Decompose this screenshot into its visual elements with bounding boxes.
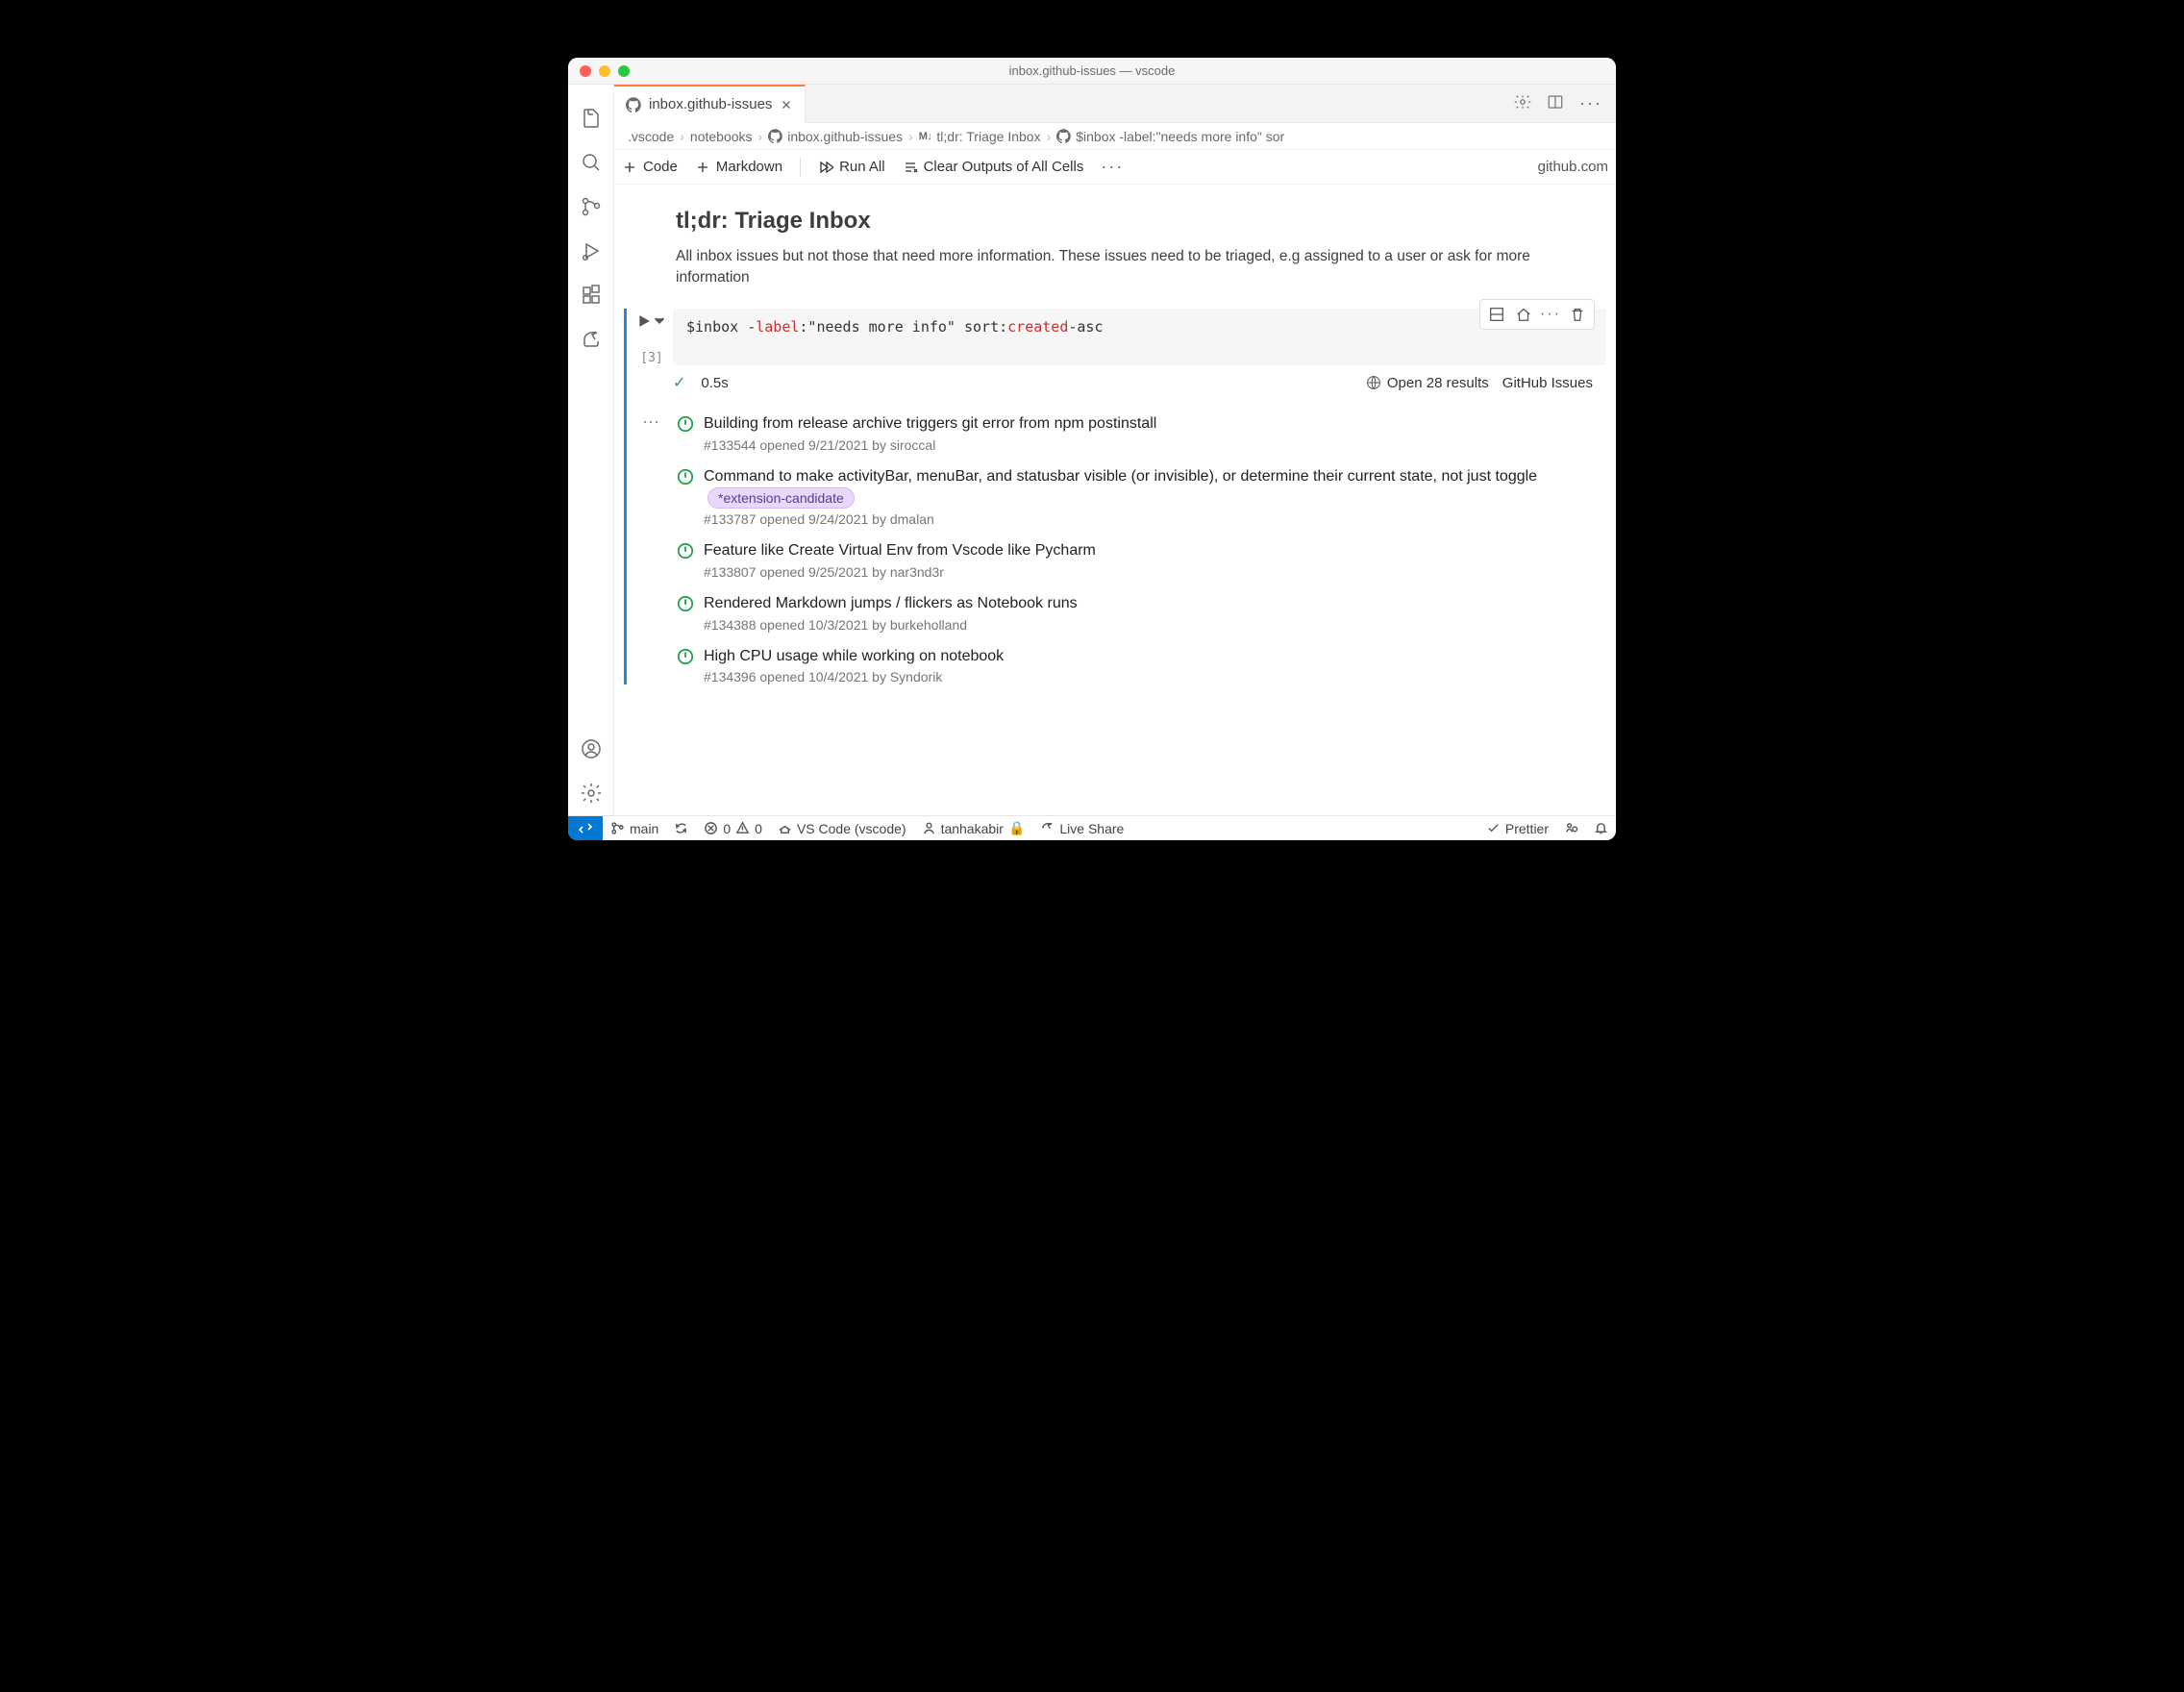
code-cell[interactable]: ··· [3] $inbox -label:"needs more bbox=[624, 309, 1606, 684]
issue-meta: #133787 opened 9/24/2021 by dmalan bbox=[704, 511, 1606, 527]
tabs-actions: ··· bbox=[1514, 93, 1616, 113]
liveshare-button[interactable]: Live Share bbox=[1032, 821, 1131, 836]
branch-indicator[interactable]: main bbox=[603, 821, 666, 836]
issue-meta: #133807 opened 9/25/2021 by nar3nd3r bbox=[704, 564, 1096, 580]
share-icon[interactable] bbox=[568, 317, 614, 361]
cell-status: ✓ 0.5s Open 28 results GitHub Issues bbox=[631, 365, 1606, 396]
activity-bar bbox=[568, 85, 614, 815]
markdown-heading: tl;dr: Triage Inbox bbox=[676, 208, 1606, 235]
duration: 0.5s bbox=[701, 375, 728, 391]
search-icon[interactable] bbox=[568, 140, 614, 185]
home-icon[interactable] bbox=[1513, 304, 1534, 325]
breadcrumbs[interactable]: .vscode › notebooks › inbox.github-issue… bbox=[614, 123, 1616, 150]
cell-toolbar: ··· bbox=[1479, 299, 1595, 330]
window-title: inbox.github-issues — vscode bbox=[568, 63, 1616, 78]
run-debug-icon[interactable] bbox=[568, 229, 614, 273]
breadcrumb-notebooks[interactable]: notebooks bbox=[690, 129, 753, 144]
body: inbox.github-issues ··· .vscode › notebo… bbox=[568, 85, 1616, 815]
editor-area: inbox.github-issues ··· .vscode › notebo… bbox=[614, 85, 1616, 815]
open-results-link[interactable]: Open 28 results bbox=[1366, 375, 1489, 391]
sync-icon[interactable] bbox=[666, 821, 696, 835]
github-icon bbox=[626, 97, 641, 112]
run-all-button[interactable]: Run All bbox=[818, 159, 885, 175]
issue-title[interactable]: Rendered Markdown jumps / flickers as No… bbox=[704, 593, 1078, 614]
toolbar-more-icon[interactable]: ··· bbox=[1101, 157, 1124, 177]
breadcrumb-cell-md[interactable]: M↓ tl;dr: Triage Inbox bbox=[919, 129, 1041, 144]
issue-title[interactable]: High CPU usage while working on notebook bbox=[704, 646, 1004, 667]
issue-meta: #134388 opened 10/3/2021 by burkeholland bbox=[704, 617, 1078, 633]
issue-list: ··· Building from release archive trigge… bbox=[631, 413, 1606, 684]
markdown-description: All inbox issues but not those that need… bbox=[676, 246, 1587, 287]
breadcrumb-cell-code[interactable]: $inbox -label:"needs more info" sor bbox=[1056, 129, 1284, 144]
remote-indicator[interactable] bbox=[568, 816, 603, 841]
issue-label[interactable]: *extension-candidate bbox=[707, 487, 855, 510]
extension-indicator[interactable]: VS Code (vscode) bbox=[770, 821, 914, 836]
split-editor-icon[interactable] bbox=[1547, 93, 1564, 111]
tabs-row: inbox.github-issues ··· bbox=[614, 85, 1616, 123]
titlebar: inbox.github-issues — vscode bbox=[568, 58, 1616, 85]
settings-gear-icon[interactable] bbox=[568, 771, 614, 815]
issue-item[interactable]: Command to make activityBar, menuBar, an… bbox=[677, 466, 1606, 527]
tab-inbox-github-issues[interactable]: inbox.github-issues bbox=[614, 85, 806, 123]
issue-open-icon bbox=[677, 542, 694, 560]
github-icon bbox=[768, 129, 782, 143]
issue-open-icon bbox=[677, 468, 694, 485]
explorer-icon[interactable] bbox=[568, 96, 614, 140]
notebook-content: tl;dr: Triage Inbox All inbox issues but… bbox=[614, 185, 1616, 815]
extensions-icon[interactable] bbox=[568, 273, 614, 317]
close-tab-icon[interactable] bbox=[780, 98, 793, 112]
issue-item[interactable]: Rendered Markdown jumps / flickers as No… bbox=[677, 593, 1606, 633]
minimize-window-button[interactable] bbox=[599, 65, 610, 77]
github-icon bbox=[1056, 129, 1071, 143]
success-icon: ✓ bbox=[673, 373, 685, 392]
code-editor[interactable]: $inbox -label:"needs more info" sort:cre… bbox=[673, 309, 1606, 365]
add-markdown-button[interactable]: Markdown bbox=[695, 159, 782, 175]
issue-item[interactable]: High CPU usage while working on notebook… bbox=[677, 646, 1606, 685]
chevron-down-icon[interactable] bbox=[653, 314, 666, 328]
prettier-indicator[interactable]: Prettier bbox=[1478, 821, 1556, 836]
source-control-icon[interactable] bbox=[568, 185, 614, 229]
issue-title[interactable]: Feature like Create Virtual Env from Vsc… bbox=[704, 540, 1096, 561]
breadcrumb-file[interactable]: inbox.github-issues bbox=[768, 129, 903, 144]
issue-meta: #134396 opened 10/4/2021 by Syndorik bbox=[704, 669, 1004, 684]
kernel-picker[interactable]: github.com bbox=[1532, 159, 1608, 175]
notifications-icon[interactable] bbox=[1586, 821, 1616, 835]
notebook-toolbar: Code Markdown Run All Clear Outputs of A… bbox=[614, 150, 1616, 185]
tab-label: inbox.github-issues bbox=[649, 96, 772, 112]
app-window: inbox.github-issues — vscode inbox.githu… bbox=[568, 58, 1616, 840]
cell-code-row: [3] $inbox -label:"needs more info" sort… bbox=[631, 309, 1606, 365]
gear-icon[interactable] bbox=[1514, 93, 1531, 111]
issue-item[interactable]: Feature like Create Virtual Env from Vsc… bbox=[677, 540, 1606, 580]
issue-open-icon bbox=[677, 595, 694, 612]
more-actions-icon[interactable]: ··· bbox=[1579, 93, 1602, 113]
problems-indicator[interactable]: 0 0 bbox=[696, 821, 770, 836]
accounts-icon[interactable] bbox=[568, 727, 614, 771]
traffic-lights bbox=[568, 65, 630, 77]
status-bar: main 0 0 VS Code (vscode) tanhakabir 🔒 L… bbox=[568, 815, 1616, 840]
close-window-button[interactable] bbox=[580, 65, 591, 77]
issue-title[interactable]: Command to make activityBar, menuBar, an… bbox=[704, 466, 1606, 509]
lock-icon: 🔒 bbox=[1008, 820, 1025, 836]
maximize-window-button[interactable] bbox=[618, 65, 630, 77]
delete-cell-icon[interactable] bbox=[1567, 304, 1588, 325]
cell-gutter: [3] bbox=[631, 309, 673, 365]
breadcrumb-vscode[interactable]: .vscode bbox=[628, 129, 674, 144]
feedback-icon[interactable] bbox=[1556, 821, 1586, 835]
execution-count: [3] bbox=[640, 351, 662, 365]
issue-item[interactable]: Building from release archive triggers g… bbox=[677, 413, 1606, 453]
cell-more-icon[interactable]: ··· bbox=[1540, 304, 1561, 325]
user-indicator[interactable]: tanhakabir 🔒 bbox=[914, 820, 1033, 836]
issue-meta: #133544 opened 9/21/2021 by siroccal bbox=[704, 437, 1156, 453]
issue-title[interactable]: Building from release archive triggers g… bbox=[704, 413, 1156, 435]
split-cell-icon[interactable] bbox=[1486, 304, 1507, 325]
add-code-button[interactable]: Code bbox=[622, 159, 678, 175]
output-more-icon[interactable]: ··· bbox=[642, 411, 659, 432]
clear-outputs-button[interactable]: Clear Outputs of All Cells bbox=[903, 159, 1084, 175]
issue-open-icon bbox=[677, 648, 694, 665]
controller-label[interactable]: GitHub Issues bbox=[1502, 375, 1593, 391]
issue-open-icon bbox=[677, 415, 694, 433]
run-cell-button[interactable] bbox=[637, 314, 666, 328]
